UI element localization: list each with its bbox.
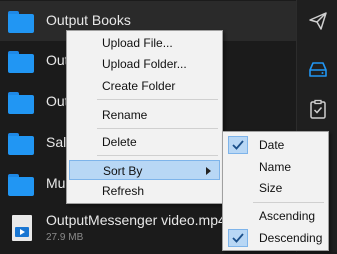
send-icon[interactable] (307, 10, 329, 32)
menu-separator (97, 99, 218, 100)
file-name: OutputMessenger video.mp4 (46, 212, 226, 228)
menu-item-label: Rename (102, 108, 148, 122)
submenu-item-label: Descending (259, 231, 323, 245)
sort-ascending[interactable]: Ascending (223, 206, 328, 226)
submenu-item-label: Ascending (259, 209, 316, 223)
submenu-arrow-icon (206, 167, 211, 175)
submenu-item-label: Size (259, 181, 283, 195)
sort-submenu: Date Name Size Ascending Descending (222, 131, 329, 251)
sort-by-date[interactable]: Date (223, 135, 328, 155)
menu-item-upload-folder[interactable]: Upload Folder... (67, 54, 222, 74)
checkmark-icon (228, 136, 248, 154)
sort-descending[interactable]: Descending (223, 228, 328, 248)
menu-item-sort-by[interactable]: Sort By (69, 160, 220, 180)
menu-item-label: Upload Folder... (102, 57, 187, 71)
menu-item-label: Sort By (103, 164, 143, 178)
menu-item-rename[interactable]: Rename (67, 105, 222, 125)
sort-by-size[interactable]: Size (223, 178, 328, 198)
menu-separator (97, 155, 218, 156)
drive-icon[interactable] (307, 58, 329, 80)
file-size: 27.9 MB (46, 232, 84, 243)
folder-icon (8, 174, 34, 196)
menu-item-create-folder[interactable]: Create Folder (67, 76, 222, 96)
context-menu: Upload File... Upload Folder... Create F… (66, 30, 223, 204)
menu-separator (253, 202, 324, 203)
menu-separator (97, 128, 218, 129)
menu-item-label: Create Folder (102, 79, 176, 93)
menu-item-label: Refresh (102, 184, 145, 198)
folder-icon (8, 92, 34, 114)
folder-icon (8, 11, 34, 33)
sort-by-name[interactable]: Name (223, 157, 328, 177)
clipboard-check-icon[interactable] (307, 98, 329, 120)
menu-item-delete[interactable]: Delete (67, 132, 222, 152)
folder-icon (8, 51, 34, 73)
menu-item-refresh[interactable]: Refresh (67, 181, 222, 201)
menu-item-label: Delete (102, 135, 137, 149)
video-file-icon (12, 215, 32, 241)
menu-item-upload-file[interactable]: Upload File... (67, 33, 222, 53)
folder-name: Output Books (46, 12, 131, 28)
submenu-item-label: Name (259, 160, 292, 174)
folder-name: Mu (46, 175, 66, 191)
folder-icon (8, 133, 34, 155)
menu-item-label: Upload File... (102, 36, 173, 50)
submenu-item-label: Date (259, 138, 285, 152)
checkmark-icon (228, 229, 248, 247)
